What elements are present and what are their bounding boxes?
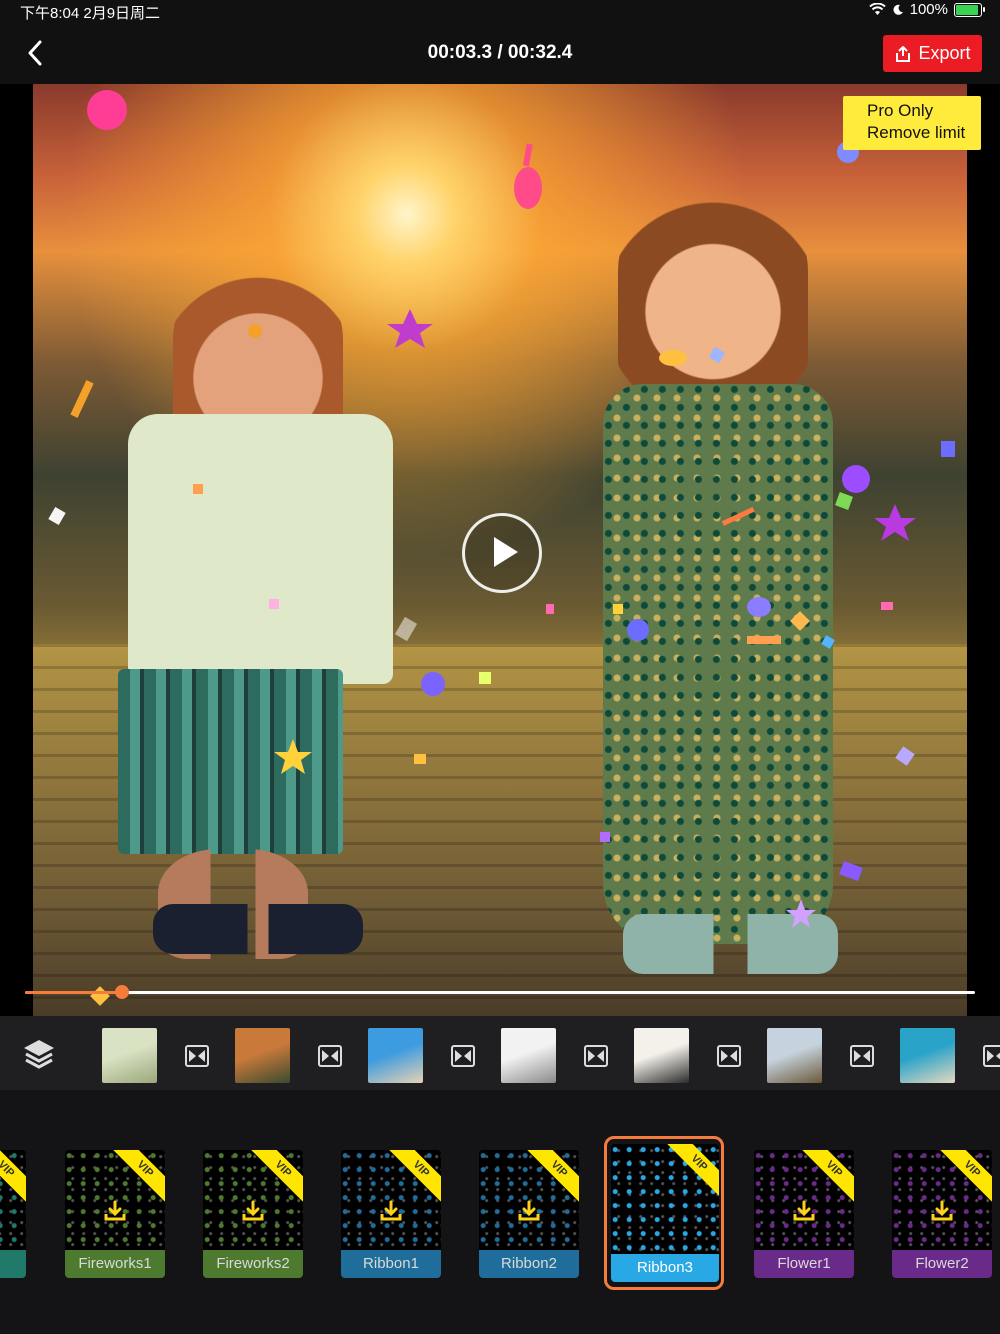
- download-icon: [792, 1200, 816, 1222]
- effect-card[interactable]: VIP Flower1: [754, 1150, 854, 1278]
- clip-thumbnail[interactable]: [767, 1028, 822, 1083]
- download-icon: [517, 1200, 541, 1222]
- clips-row: [102, 1028, 1000, 1083]
- transition-icon[interactable]: [185, 1044, 209, 1067]
- pro-badge-line1: Pro Only: [867, 101, 934, 120]
- moon-icon: [893, 4, 903, 15]
- download-icon: [241, 1200, 265, 1222]
- scrubber-track: [25, 991, 975, 994]
- export-label: Export: [918, 43, 971, 63]
- effect-label: [0, 1250, 26, 1278]
- effect-card[interactable]: VIP Fireworks2: [203, 1150, 303, 1278]
- clip-thumbnail[interactable]: [235, 1028, 290, 1083]
- status-time-date: 下午8:04 2月9日周二: [20, 5, 161, 22]
- clip-thumbnail[interactable]: [634, 1028, 689, 1083]
- pro-only-badge[interactable]: Pro Only Remove limit: [843, 96, 981, 150]
- effect-label: Ribbon3: [611, 1254, 719, 1282]
- effect-label: Flower2: [892, 1250, 992, 1278]
- timecode: 00:03.3 / 00:32.4: [427, 42, 573, 63]
- clip-thumbnail[interactable]: [102, 1028, 157, 1083]
- share-icon: [896, 45, 911, 62]
- effect-card[interactable]: VIP Fireworks1: [65, 1150, 165, 1278]
- effect-label: Fireworks1: [65, 1250, 165, 1278]
- effect-card[interactable]: VIP: [0, 1150, 26, 1278]
- effect-card[interactable]: VIP Flower2: [892, 1150, 992, 1278]
- download-icon: [379, 1200, 403, 1222]
- scrubber-handle[interactable]: [114, 985, 129, 999]
- effect-card[interactable]: VIP Ribbon2: [479, 1150, 579, 1278]
- layers-icon: [24, 1040, 54, 1069]
- pro-badge-line2: Remove limit: [867, 123, 966, 142]
- effect-label: Ribbon1: [341, 1250, 441, 1278]
- layers-button[interactable]: [20, 1036, 58, 1074]
- scrubber-played: [25, 991, 122, 994]
- status-bar: 下午8:04 2月9日周二 100%: [0, 0, 1000, 22]
- battery-percent: 100%: [909, 1, 948, 18]
- download-icon: [103, 1200, 127, 1222]
- transition-icon[interactable]: [983, 1044, 1000, 1067]
- effect-card[interactable]: VIP Ribbon3: [611, 1144, 719, 1282]
- clip-strip: [0, 1016, 1000, 1090]
- transition-icon[interactable]: [850, 1044, 874, 1067]
- transition-icon[interactable]: [584, 1044, 608, 1067]
- editor-toolbar: 00:03.3 / 00:32.4 Export: [0, 22, 1000, 84]
- transition-icon[interactable]: [318, 1044, 342, 1067]
- effect-label: Flower1: [754, 1250, 854, 1278]
- clip-thumbnail[interactable]: [501, 1028, 556, 1083]
- play-button[interactable]: [462, 513, 542, 593]
- video-preview[interactable]: Pro Only Remove limit: [0, 84, 1000, 1016]
- effects-tray: VIP VIP Fireworks1 VIP Fireworks2 VIP Ribbon1 V…: [0, 1090, 1000, 1334]
- transition-icon[interactable]: [717, 1044, 741, 1067]
- export-button[interactable]: Export: [883, 35, 982, 72]
- battery-icon: [954, 2, 985, 17]
- timeline-scrubber[interactable]: [25, 985, 975, 999]
- wifi-icon: [868, 3, 886, 15]
- effect-card[interactable]: VIP Ribbon1: [341, 1150, 441, 1278]
- status-right: 100%: [868, 1, 985, 18]
- download-icon: [930, 1200, 954, 1222]
- effect-label: Fireworks2: [203, 1250, 303, 1278]
- transition-icon[interactable]: [451, 1044, 475, 1067]
- clip-thumbnail[interactable]: [368, 1028, 423, 1083]
- effect-label: Ribbon2: [479, 1250, 579, 1278]
- clip-thumbnail[interactable]: [900, 1028, 955, 1083]
